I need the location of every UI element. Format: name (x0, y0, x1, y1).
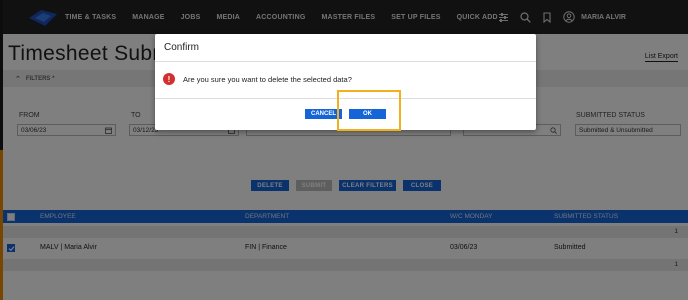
dialog-divider-top (155, 61, 536, 62)
dialog-title: Confirm (164, 42, 200, 53)
warning-icon: ! (163, 73, 175, 85)
dialog-message: Are you sure you want to delete the sele… (183, 75, 352, 84)
ok-button-highlight (337, 90, 401, 131)
